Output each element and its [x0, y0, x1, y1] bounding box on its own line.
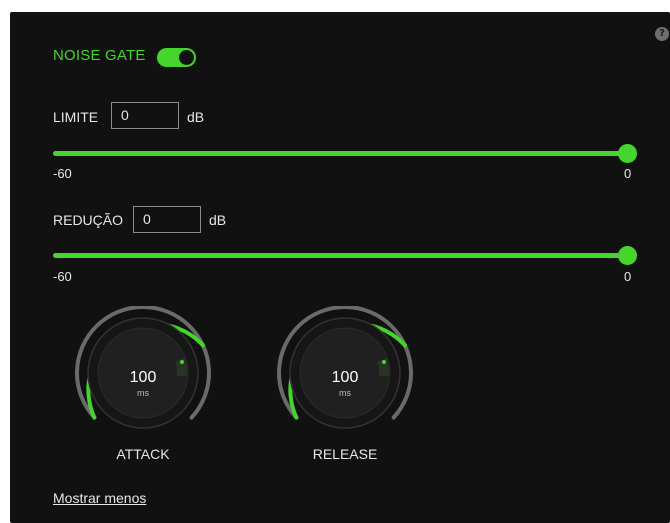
noise-gate-toggle[interactable] [157, 48, 196, 67]
release-label: RELEASE [312, 446, 378, 462]
reduction-slider-track[interactable] [53, 253, 628, 258]
attack-knob-indicator [180, 360, 184, 364]
help-icon[interactable]: ? [655, 27, 669, 41]
limit-unit: dB [187, 109, 205, 125]
reduction-slider-fill [53, 253, 628, 258]
release-knob-indicator [382, 360, 386, 364]
limit-min-label: -60 [53, 166, 72, 181]
reduction-label: REDUÇÃO [53, 212, 124, 228]
limit-label: LIMITE [53, 109, 99, 125]
noise-gate-label: NOISE GATE [53, 47, 146, 64]
reduction-min-label: -60 [53, 269, 72, 284]
attack-value: 100 [129, 369, 157, 386]
reduction-input[interactable]: 0 [133, 206, 201, 233]
toggle-knob [179, 50, 194, 65]
limit-slider-thumb[interactable] [618, 144, 637, 163]
reduction-max-label: 0 [624, 269, 632, 284]
attack-label: ATTACK [116, 446, 170, 462]
attack-unit: ms [137, 388, 149, 398]
release-value: 100 [331, 369, 359, 386]
limit-slider-track[interactable] [53, 151, 628, 156]
limit-input[interactable]: 0 [111, 102, 179, 129]
show-less-link[interactable]: Mostrar menos [53, 490, 146, 506]
limit-slider-fill [53, 151, 628, 156]
release-unit: ms [339, 388, 351, 398]
limit-max-label: 0 [624, 166, 632, 181]
reduction-slider-thumb[interactable] [618, 246, 637, 265]
reduction-unit: dB [209, 212, 227, 228]
